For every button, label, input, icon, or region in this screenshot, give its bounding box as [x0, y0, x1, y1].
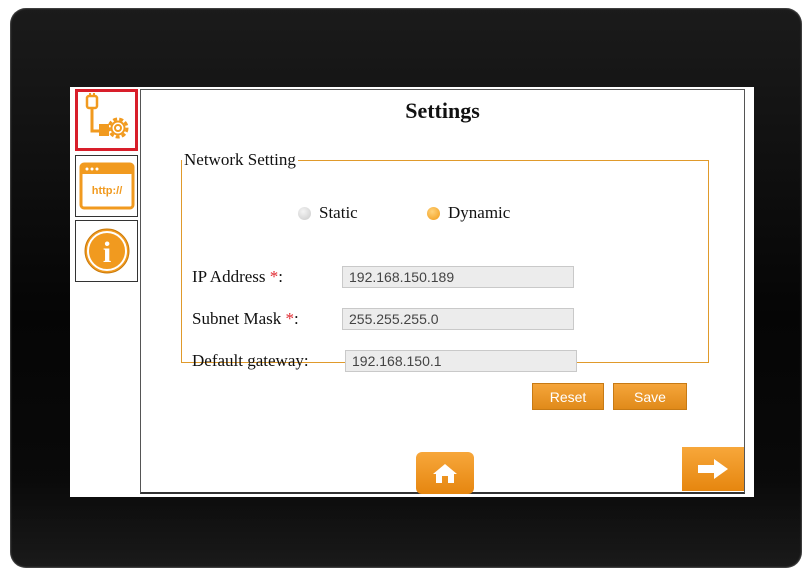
info-icon-glyph: i [102, 236, 110, 269]
save-button[interactable]: Save [613, 383, 687, 410]
required-marker: * [269, 267, 279, 286]
browser-http-icon: http:// [79, 162, 134, 210]
sidebar: http:// i [75, 89, 140, 285]
arrow-right-icon [698, 459, 728, 479]
radio-dynamic-label: Dynamic [448, 203, 511, 222]
default-gateway-label: Default gateway: [192, 351, 309, 370]
radio-static[interactable]: Static [298, 203, 358, 223]
settings-panel: Settings Network Setting Static Dynamic … [140, 89, 745, 494]
page-title: Settings [405, 98, 480, 123]
ip-address-field[interactable] [342, 266, 574, 288]
ip-address-row: IP Address *: [192, 265, 574, 289]
info-icon: i [84, 228, 129, 274]
sidebar-item-http[interactable]: http:// [75, 155, 138, 217]
default-gateway-field[interactable] [345, 350, 577, 372]
subnet-mask-row: Subnet Mask *: [192, 307, 574, 331]
network-setting-legend: Network Setting [184, 150, 296, 169]
http-icon-label: http:// [91, 185, 122, 197]
network-setting-group: Network Setting Static Dynamic IP Addres… [181, 150, 709, 372]
sidebar-item-information[interactable]: i [75, 220, 138, 282]
radio-static-indicator[interactable] [298, 206, 311, 220]
screen: http:// i Settings Network Setting Stati… [70, 87, 754, 497]
next-button[interactable] [682, 447, 744, 491]
reset-button[interactable]: Reset [532, 383, 604, 410]
ip-address-label: IP Address *: [192, 267, 283, 286]
network-gear-icon [85, 93, 128, 139]
home-icon [433, 464, 457, 483]
radio-dynamic[interactable]: Dynamic [427, 203, 510, 223]
home-button[interactable] [416, 452, 474, 494]
radio-dynamic-indicator[interactable] [427, 206, 440, 220]
required-marker: * [285, 309, 295, 328]
default-gateway-row: Default gateway: [192, 349, 577, 373]
mode-radio-group: Static Dynamic [182, 203, 708, 227]
subnet-mask-field[interactable] [342, 308, 574, 330]
radio-static-label: Static [319, 203, 358, 222]
sidebar-item-network-settings[interactable] [75, 89, 138, 151]
subnet-mask-label: Subnet Mask *: [192, 309, 299, 328]
